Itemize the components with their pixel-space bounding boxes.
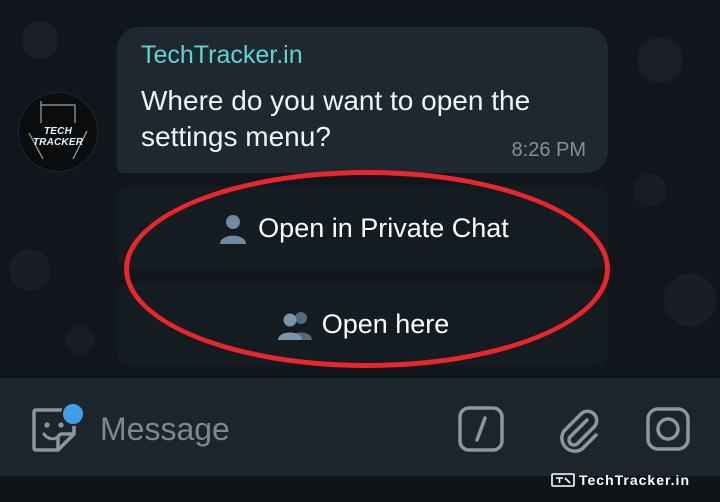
message-bubble[interactable]: TechTracker.in Where do you want to open… xyxy=(117,27,608,173)
watermark: TechTracker.in xyxy=(551,472,690,488)
paperclip-icon xyxy=(560,409,599,453)
open-in-private-chat-button[interactable]: Open in Private Chat xyxy=(117,186,608,270)
camera-button[interactable] xyxy=(643,404,693,454)
notification-dot xyxy=(61,402,85,426)
bot-avatar[interactable]: TECH TRACKER xyxy=(18,92,98,172)
watermark-text: TechTracker.in xyxy=(578,472,690,488)
message-time: 8:26 PM xyxy=(511,139,586,161)
message-input[interactable] xyxy=(100,406,430,452)
sender-name[interactable]: TechTracker.in xyxy=(141,41,303,70)
open-here-button[interactable]: Open here xyxy=(117,282,608,366)
busts-silhouette-icon xyxy=(276,307,314,341)
avatar-text: TECH TRACKER xyxy=(32,126,84,148)
slash-command-icon xyxy=(458,406,504,452)
open-here-label: Open here xyxy=(321,308,450,339)
bot-commands-button[interactable] xyxy=(456,404,506,454)
bust-silhouette-icon xyxy=(216,211,250,245)
open-in-private-chat-label: Open in Private Chat xyxy=(258,212,509,243)
message-composer xyxy=(0,378,720,476)
watermark-logo-icon xyxy=(551,472,575,488)
camera-icon xyxy=(646,407,690,451)
attach-button[interactable] xyxy=(553,404,603,454)
